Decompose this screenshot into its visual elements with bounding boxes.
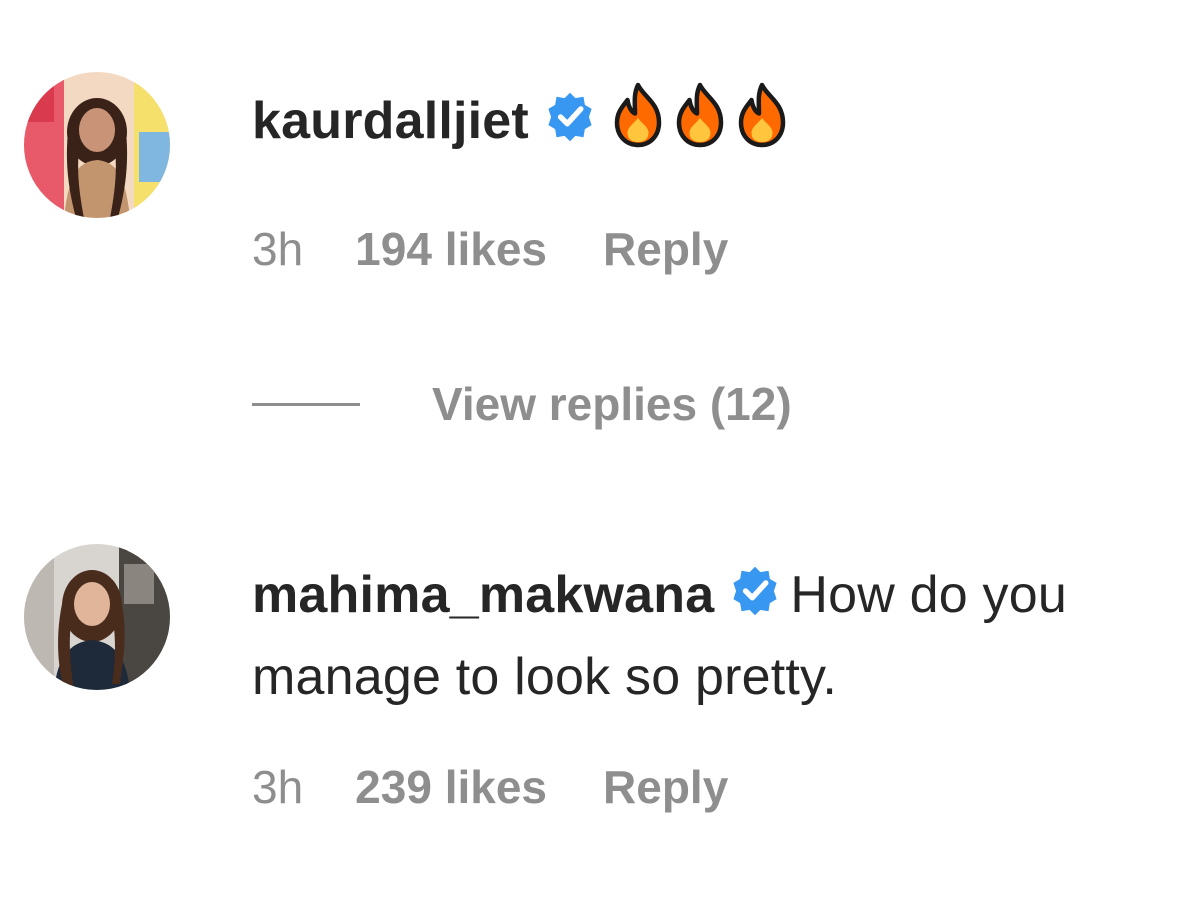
comment-text: kaurdalljiet (252, 80, 1152, 172)
fire-icon (607, 82, 669, 148)
comment-item: kaurdalljiet 3h 194 likes Reply View rep… (0, 0, 1200, 480)
verified-badge-icon (728, 564, 782, 618)
comment-timestamp[interactable]: 3h (252, 761, 303, 813)
fire-icon (731, 82, 793, 148)
comment-item: mahima_makwana How do you manage to look… (0, 520, 1200, 900)
avatar[interactable] (24, 544, 170, 690)
avatar-image (24, 72, 170, 218)
verified-badge-icon (543, 90, 597, 144)
username-link[interactable]: mahima_makwana (252, 566, 714, 624)
username-link[interactable]: kaurdalljiet (252, 92, 529, 150)
comment-emoji-group (607, 82, 793, 172)
view-replies-label: View replies (12) (432, 378, 792, 430)
reply-button[interactable]: Reply (603, 223, 728, 275)
view-replies-divider (252, 402, 360, 406)
avatar-image (24, 544, 170, 690)
comment-timestamp[interactable]: 3h (252, 223, 303, 275)
reply-button[interactable]: Reply (603, 761, 728, 813)
comment-likes-count[interactable]: 194 likes (355, 223, 547, 275)
view-replies-button[interactable]: View replies (12) (252, 372, 792, 436)
fire-icon (669, 82, 731, 148)
comment-text: mahima_makwana How do you manage to look… (252, 554, 1152, 718)
comment-body: mahima_makwana How do you manage to look… (252, 554, 1152, 814)
comment-meta: 3h 239 likes Reply (252, 760, 1152, 814)
comment-meta: 3h 194 likes Reply (252, 222, 1152, 276)
avatar[interactable] (24, 72, 170, 218)
comment-likes-count[interactable]: 239 likes (355, 761, 547, 813)
comment-body: kaurdalljiet 3h 194 likes Reply (252, 80, 1152, 276)
